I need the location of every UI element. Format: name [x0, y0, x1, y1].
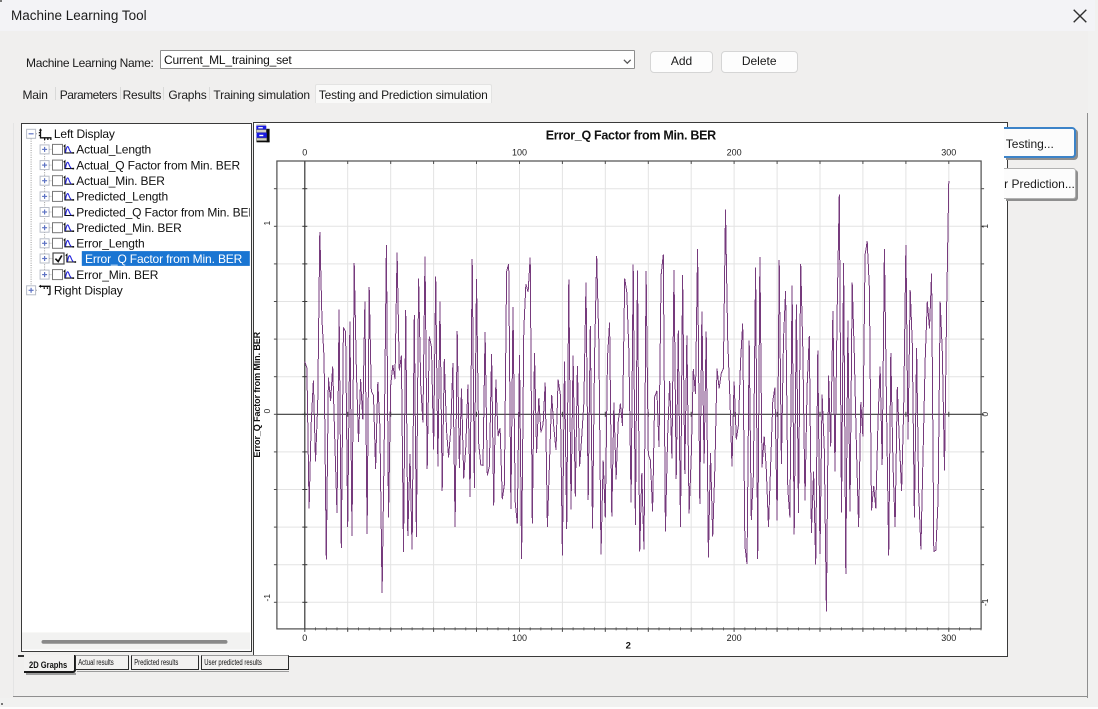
svg-text:100: 100 — [511, 147, 526, 157]
svg-text:Actual_Q Factor from Min. BER: Actual_Q Factor from Min. BER — [76, 158, 240, 172]
svg-text:Error_Q Factor from Min. BER: Error_Q Factor from Min. BER — [85, 252, 243, 266]
svg-text:Predicted_Min. BER: Predicted_Min. BER — [76, 221, 182, 235]
svg-text:Actual_Length: Actual_Length — [76, 143, 151, 157]
svg-text:-1: -1 — [261, 594, 271, 602]
svg-text:200: 200 — [726, 147, 741, 157]
svg-text:1: 1 — [261, 221, 271, 226]
svg-text:1: 1 — [979, 224, 989, 229]
svg-text:Left Display: Left Display — [53, 127, 114, 141]
svg-text:Error_Length: Error_Length — [76, 237, 144, 251]
svg-text:Actual_Min. BER: Actual_Min. BER — [76, 174, 165, 188]
svg-text:0: 0 — [302, 147, 307, 157]
svg-text:Predicted_Length: Predicted_Length — [76, 190, 168, 204]
svg-text:0: 0 — [261, 409, 271, 414]
svg-text:100: 100 — [511, 633, 526, 643]
svg-text:0: 0 — [302, 633, 307, 643]
svg-text:300: 300 — [941, 633, 956, 643]
svg-text:Error_Q Factor from Min. BER: Error_Q Factor from Min. BER — [254, 331, 262, 457]
svg-text:0: 0 — [979, 412, 989, 417]
svg-text:Error_Min. BER: Error_Min. BER — [76, 268, 158, 282]
svg-text:-1: -1 — [979, 598, 989, 606]
svg-text:Predicted_Q Factor from Min. B: Predicted_Q Factor from Min. BER — [76, 205, 250, 219]
svg-text:Right Display: Right Display — [53, 284, 122, 298]
svg-text:2: 2 — [625, 641, 630, 652]
svg-text:Error_Q Factor from Min. BER: Error_Q Factor from Min. BER — [545, 128, 715, 142]
svg-text:300: 300 — [941, 147, 956, 157]
svg-text:200: 200 — [726, 633, 741, 643]
